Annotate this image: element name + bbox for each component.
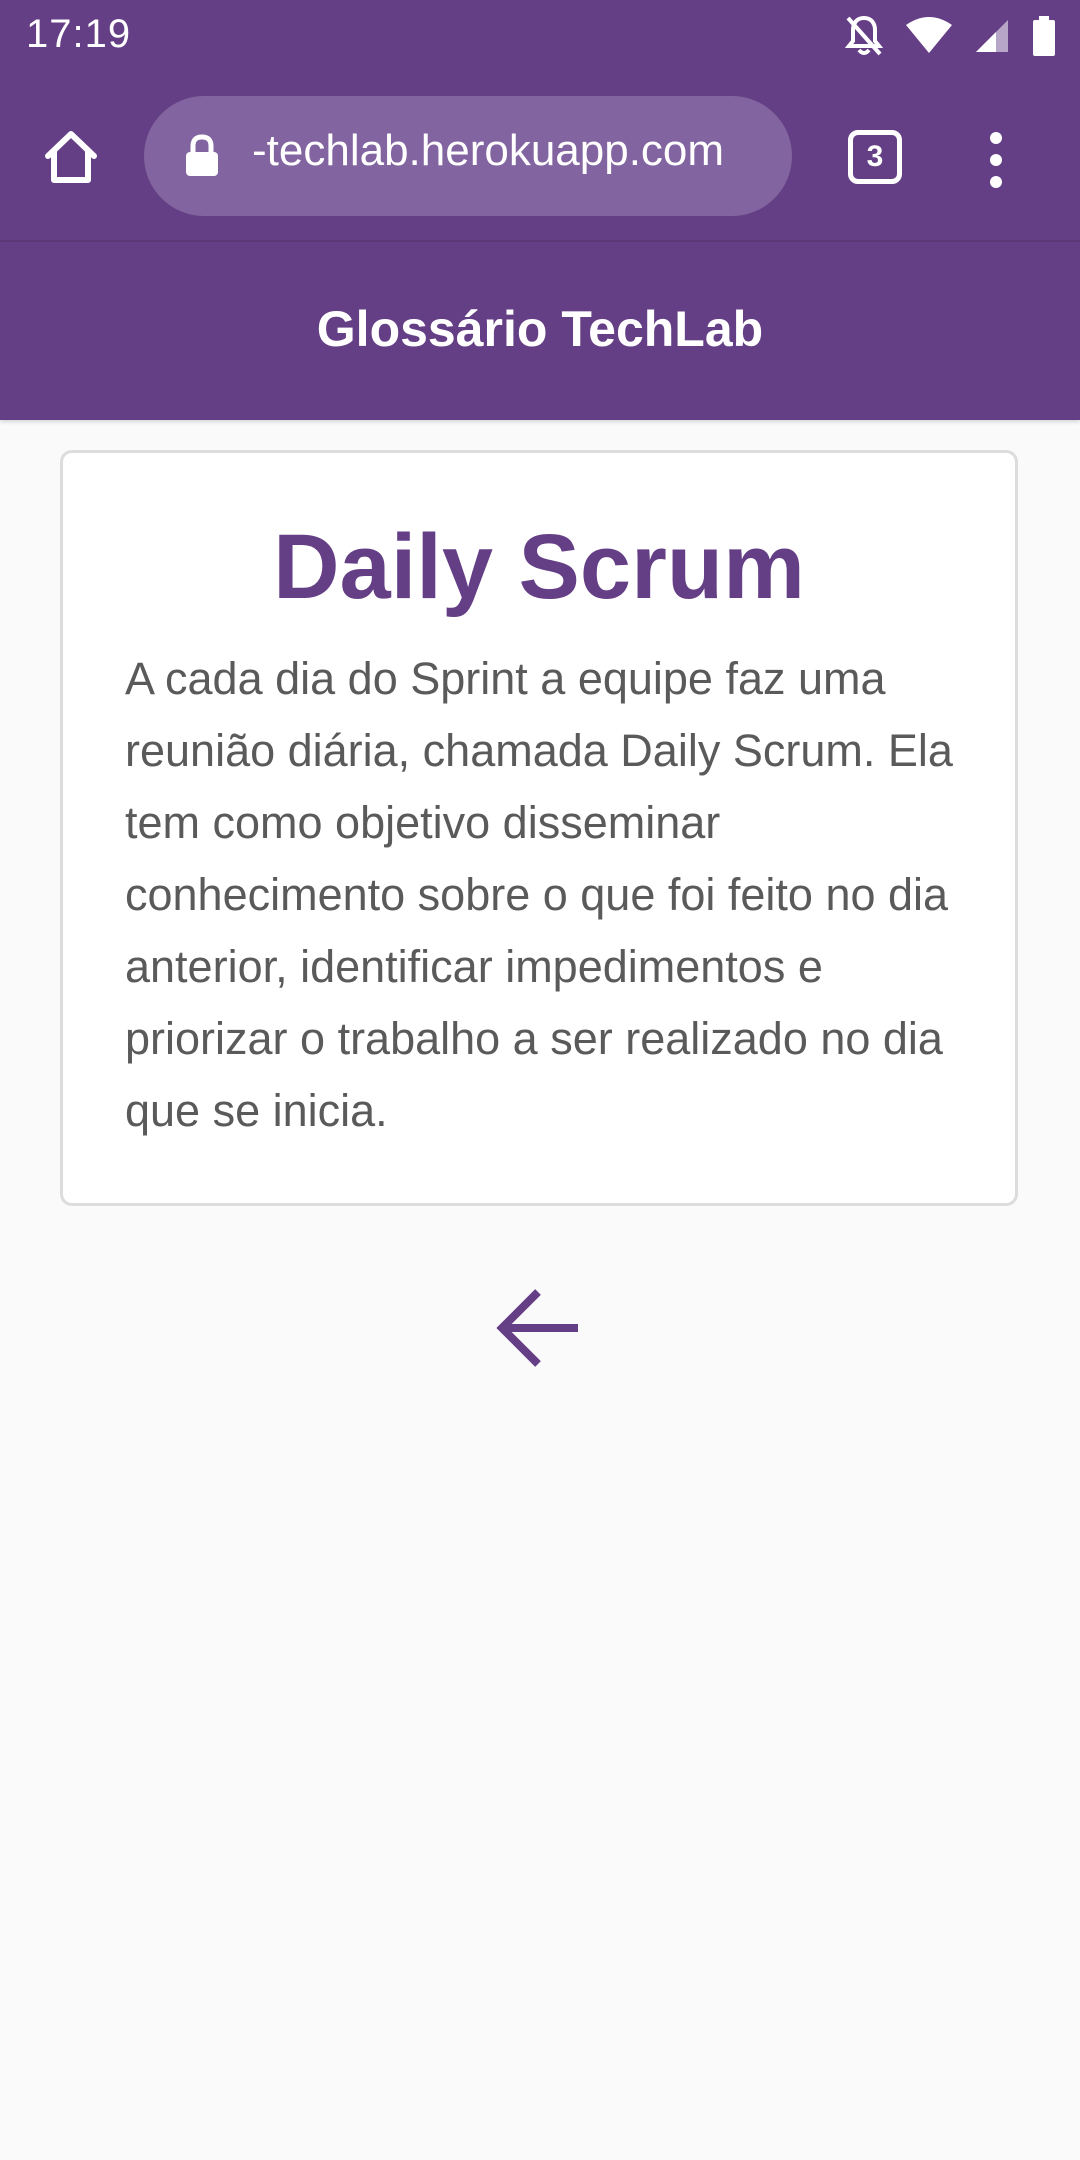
url-text[interactable]: -techlab.herokuapp.com [252, 126, 724, 176]
more-options-button[interactable] [980, 130, 1012, 190]
lock-icon [186, 134, 218, 176]
battery-icon [1032, 16, 1056, 56]
tab-count: 3 [866, 140, 884, 173]
term-description: A cada dia do Sprint a equipe faz uma re… [125, 653, 953, 1136]
app-title: Glossário TechLab [316, 301, 764, 357]
status-bar: 17:19 [0, 0, 1080, 72]
term-title: Daily Scrum [273, 516, 805, 618]
url-bar[interactable]: -techlab.herokuapp.com [144, 96, 792, 216]
status-time: 17:19 [26, 12, 132, 56]
home-icon [45, 131, 97, 183]
term-card: Daily Scrum A cada dia do Sprint a equip… [60, 450, 1018, 1206]
status-icons [844, 14, 1056, 58]
wifi-icon [906, 17, 952, 55]
browser-toolbar: -techlab.herokuapp.com 3 [0, 72, 1080, 242]
tab-switcher-button[interactable]: 3 [848, 130, 902, 184]
home-button[interactable] [40, 126, 102, 188]
back-button[interactable] [494, 1284, 586, 1372]
notifications-off-icon [844, 14, 884, 58]
arrow-back-icon [496, 1289, 578, 1367]
more-vert-icon [990, 132, 1002, 188]
cell-signal-icon [974, 18, 1010, 54]
app-header: Glossário TechLab [0, 242, 1080, 420]
